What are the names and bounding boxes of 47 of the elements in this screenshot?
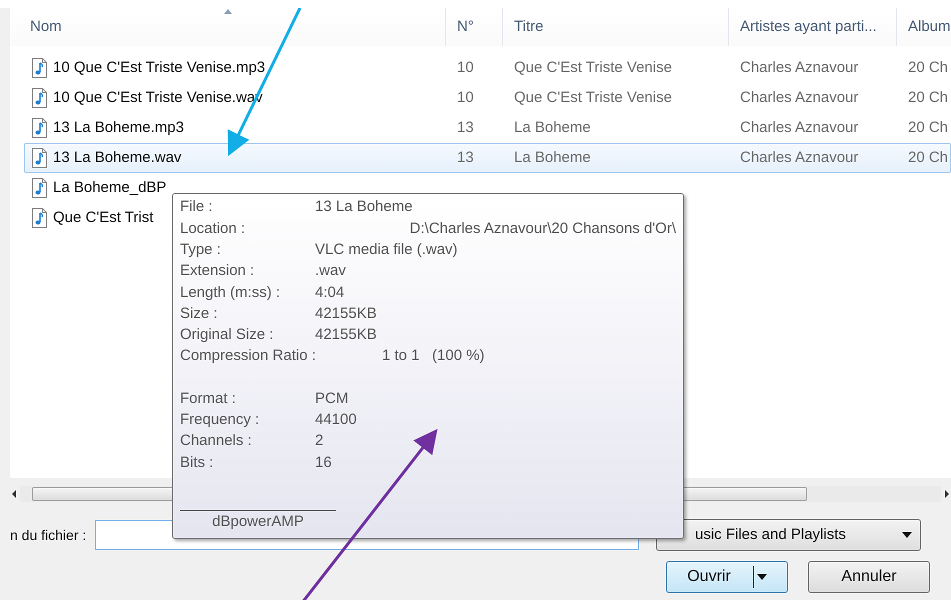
info-value: 1 to 1 (100 %) bbox=[382, 346, 485, 366]
table-cell-text: 20 Ch bbox=[907, 118, 950, 138]
info-value: 2 bbox=[315, 431, 324, 452]
info-label: Type : bbox=[180, 240, 222, 260]
table-cell-text: 13 bbox=[456, 148, 475, 168]
file-name: Que C'Est Trist bbox=[53, 208, 154, 228]
file-name: La Boheme_dBP bbox=[53, 178, 166, 198]
table-cell-text: 13 bbox=[456, 118, 475, 138]
info-label: Channels : bbox=[180, 431, 253, 452]
info-label: Length (m:ss) : bbox=[180, 282, 282, 303]
table-cell-text: Charles Aznavour bbox=[739, 88, 860, 108]
table-cell-text: Charles Aznavour bbox=[739, 148, 860, 168]
file-name: 13 La Boheme.wav bbox=[53, 148, 182, 168]
info-label: Bits : bbox=[180, 452, 214, 473]
info-label: Format : bbox=[180, 388, 237, 409]
tooltip-footer: dBpowerAMP bbox=[180, 510, 336, 534]
table-cell-text: Charles Aznavour bbox=[739, 118, 860, 138]
table-cell-text: 20 Ch bbox=[907, 58, 950, 78]
info-value: 13 La Boheme bbox=[315, 197, 413, 218]
table-cell-text: La Boheme bbox=[513, 118, 592, 138]
info-value: 4:04 bbox=[315, 282, 344, 303]
info-label: Original Size : bbox=[180, 325, 274, 346]
table-cell-text: 10 bbox=[456, 58, 475, 78]
info-value: D:\Charles Aznavour\20 Chansons d'Or\ bbox=[410, 218, 676, 239]
file-name: 13 La Boheme.mp3 bbox=[53, 118, 184, 138]
file-name-label: n du fichier : bbox=[9, 526, 88, 544]
info-label: Size : bbox=[180, 304, 219, 324]
info-value: 42155KB bbox=[315, 325, 377, 346]
info-value: 42155KB bbox=[315, 304, 377, 324]
table-cell-text: Que C'Est Triste Venise bbox=[513, 88, 673, 108]
info-value: 16 bbox=[315, 452, 332, 473]
table-cell-text: Que C'Est Triste Venise bbox=[513, 58, 673, 78]
table-cell-text: La Boheme bbox=[513, 148, 592, 168]
info-label: Compression Ratio : bbox=[180, 346, 317, 366]
table-cell-text: Charles Aznavour bbox=[739, 58, 860, 78]
info-label: File : bbox=[180, 197, 214, 218]
info-value: 44100 bbox=[315, 410, 357, 430]
info-label: Location : bbox=[180, 218, 246, 239]
info-label: Frequency : bbox=[180, 410, 260, 430]
table-cell-text: 20 Ch bbox=[907, 88, 950, 108]
file-name: 10 Que C'Est Triste Venise.mp3 bbox=[53, 58, 266, 78]
table-cell-text: 10 bbox=[456, 88, 475, 108]
info-label: Extension : bbox=[180, 261, 256, 282]
info-value: PCM bbox=[315, 388, 348, 409]
table-cell-text: 20 Ch bbox=[907, 148, 950, 168]
info-value: VLC media file (.wav) bbox=[315, 240, 458, 260]
info-value: .wav bbox=[315, 261, 346, 282]
